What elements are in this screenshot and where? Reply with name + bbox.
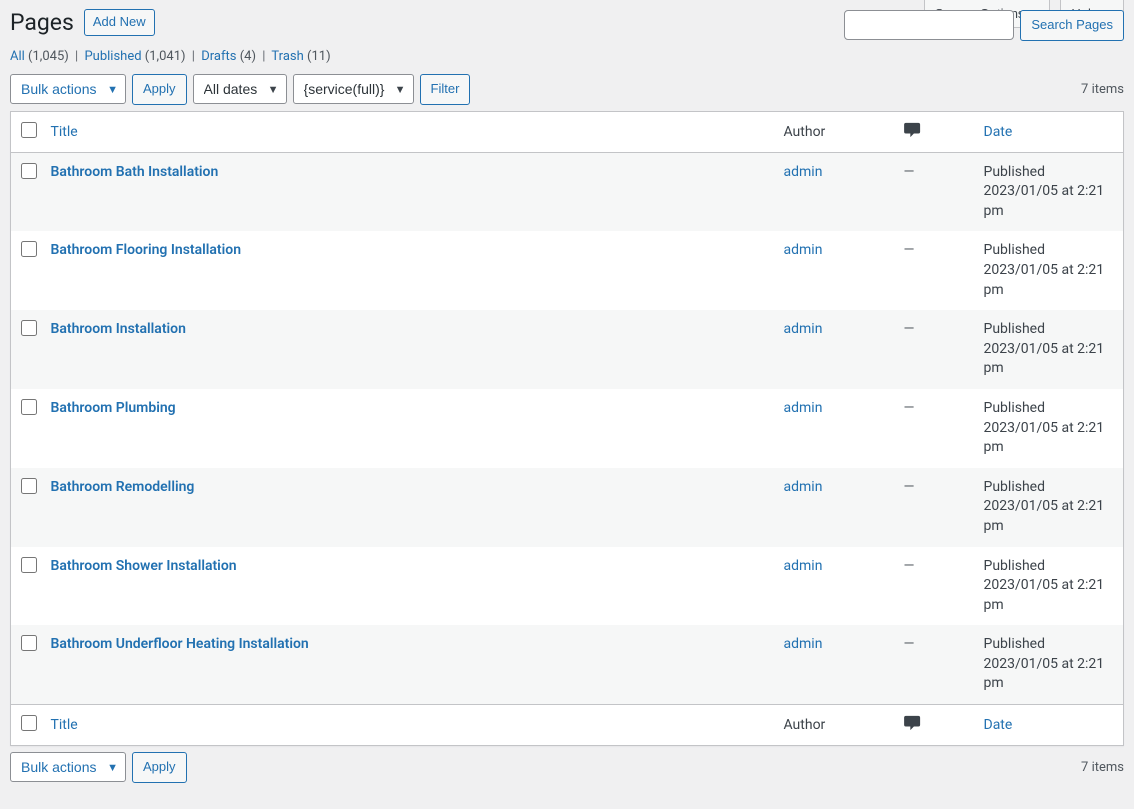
row-author-link[interactable]: admin	[784, 636, 823, 652]
table-row: Bathroom Underfloor Heating Installation…	[11, 625, 1124, 704]
bulk-actions-select-bottom[interactable]: Bulk actions	[10, 752, 126, 782]
row-title-link[interactable]: Bathroom Installation	[51, 321, 186, 337]
column-title-footer[interactable]: Title	[41, 705, 774, 746]
row-checkbox[interactable]	[21, 399, 37, 415]
row-status: Published	[984, 399, 1114, 419]
comment-icon	[904, 122, 922, 138]
row-title-link[interactable]: Bathroom Flooring Installation	[51, 242, 242, 258]
row-status: Published	[984, 478, 1114, 498]
row-title-link[interactable]: Bathroom Plumbing	[51, 400, 176, 416]
row-comments-value: —	[904, 242, 915, 258]
row-date: 2023/01/05 at 2:21 pm	[984, 497, 1114, 536]
table-row: Bathroom Bath Installation admin — Publishe…	[11, 152, 1124, 231]
row-title-link[interactable]: Bathroom Bath Installation	[51, 164, 219, 180]
row-date: 2023/01/05 at 2:21 pm	[984, 576, 1114, 615]
filter-button[interactable]: Filter	[420, 74, 471, 105]
filter-published-link[interactable]: Published	[84, 49, 141, 64]
row-checkbox[interactable]	[21, 557, 37, 573]
row-date: 2023/01/05 at 2:21 pm	[984, 655, 1114, 694]
row-author-link[interactable]: admin	[784, 242, 823, 258]
row-date: 2023/01/05 at 2:21 pm	[984, 419, 1114, 458]
row-status: Published	[984, 241, 1114, 261]
row-date: 2023/01/05 at 2:21 pm	[984, 182, 1114, 221]
row-comments-value: —	[904, 479, 915, 495]
items-count-top: 7 items	[1081, 82, 1124, 97]
row-author-link[interactable]: admin	[784, 400, 823, 416]
search-input[interactable]	[844, 10, 1014, 40]
filter-published-count: (1,041)	[145, 49, 186, 64]
row-comments-value: —	[904, 558, 915, 574]
row-comments-value: —	[904, 400, 915, 416]
row-author-link[interactable]: admin	[784, 164, 823, 180]
row-title-link[interactable]: Bathroom Remodelling	[51, 479, 195, 495]
row-checkbox[interactable]	[21, 163, 37, 179]
column-title-header[interactable]: Title	[41, 111, 774, 152]
add-new-button[interactable]: Add New	[84, 9, 155, 36]
filter-all-link[interactable]: All	[10, 49, 25, 64]
row-status: Published	[984, 320, 1114, 340]
status-filter-links: All (1,045) | Published (1,041) | Drafts…	[10, 49, 1124, 64]
row-comments-value: —	[904, 321, 915, 337]
service-filter-select-wrap: {service(full)} ▼	[293, 74, 414, 104]
bulk-actions-select[interactable]: Bulk actions	[10, 74, 126, 104]
bulk-actions-select-wrap: Bulk actions ▼	[10, 74, 126, 104]
column-date-footer[interactable]: Date	[974, 705, 1124, 746]
row-comments-value: —	[904, 164, 915, 180]
row-checkbox[interactable]	[21, 478, 37, 494]
row-author-link[interactable]: admin	[784, 558, 823, 574]
row-status: Published	[984, 635, 1114, 655]
column-author-footer: Author	[774, 705, 894, 746]
select-all-top-checkbox[interactable]	[21, 122, 37, 138]
column-author-header: Author	[774, 111, 894, 152]
bulk-actions-select-wrap-bottom: Bulk actions ▼	[10, 752, 126, 782]
row-author-link[interactable]: admin	[784, 479, 823, 495]
row-checkbox[interactable]	[21, 241, 37, 257]
column-date-header[interactable]: Date	[974, 111, 1124, 152]
search-pages-button[interactable]: Search Pages	[1020, 10, 1124, 41]
row-comments-value: —	[904, 636, 915, 652]
select-all-bottom-checkbox[interactable]	[21, 715, 37, 731]
page-title: Pages	[10, 9, 74, 36]
table-row: Bathroom Flooring Installation admin — Publ…	[11, 231, 1124, 310]
date-filter-select-wrap: All dates ▼	[193, 74, 287, 104]
apply-bulk-button-bottom[interactable]: Apply	[132, 752, 187, 783]
row-title-link[interactable]: Bathroom Shower Installation	[51, 558, 237, 574]
table-row: Bathroom Shower Installation admin — Publis…	[11, 547, 1124, 626]
service-filter-select[interactable]: {service(full)}	[293, 74, 414, 104]
filter-drafts-count: (4)	[240, 49, 256, 64]
pages-table: Title Author Date Bathroom Bath Installa…	[10, 111, 1124, 746]
table-row: Bathroom Installation admin — Published2023…	[11, 310, 1124, 389]
filter-drafts-link[interactable]: Drafts	[201, 49, 236, 64]
filter-trash-link[interactable]: Trash	[271, 49, 303, 64]
row-checkbox[interactable]	[21, 635, 37, 651]
column-comments-footer	[894, 705, 974, 746]
filter-trash-count: (11)	[307, 49, 331, 64]
comment-icon	[904, 715, 922, 731]
row-checkbox[interactable]	[21, 320, 37, 336]
row-date: 2023/01/05 at 2:21 pm	[984, 340, 1114, 379]
date-filter-select[interactable]: All dates	[193, 74, 287, 104]
table-row: Bathroom Remodelling admin — Published2023/…	[11, 468, 1124, 547]
row-date: 2023/01/05 at 2:21 pm	[984, 261, 1114, 300]
row-status: Published	[984, 163, 1114, 183]
row-author-link[interactable]: admin	[784, 321, 823, 337]
row-title-link[interactable]: Bathroom Underfloor Heating Installation	[51, 636, 309, 652]
column-comments-header	[894, 111, 974, 152]
row-status: Published	[984, 557, 1114, 577]
filter-all-count: (1,045)	[28, 49, 69, 64]
table-row: Bathroom Plumbing admin — Published2023/01/…	[11, 389, 1124, 468]
apply-bulk-button[interactable]: Apply	[132, 74, 187, 105]
